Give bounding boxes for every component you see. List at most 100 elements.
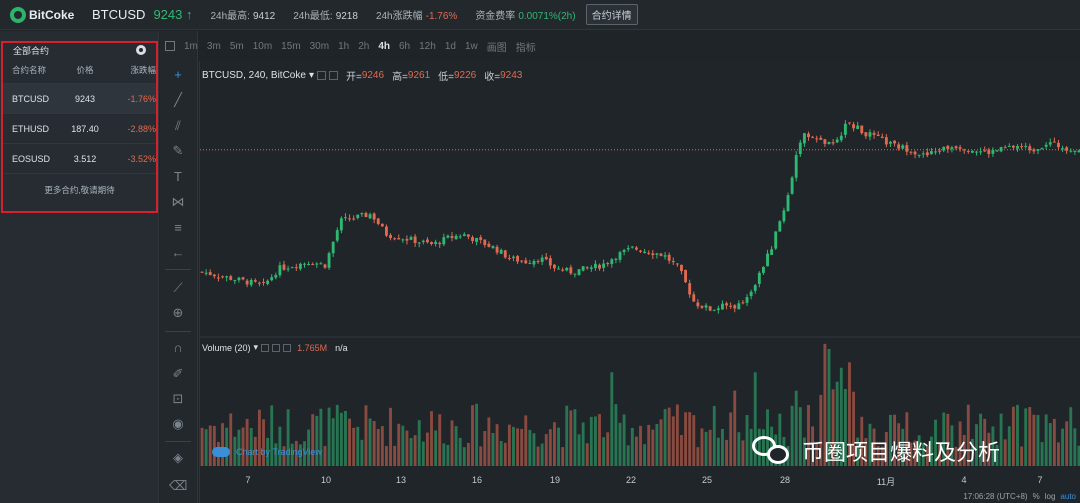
candle-body [372,213,376,220]
candle-body [1057,142,1060,148]
candle-body [221,276,224,278]
contract-row-eosusd[interactable]: EOSUSD 3.512 -3.52% [3,143,156,173]
candle-body [868,132,872,137]
volume-bar [487,417,491,466]
volume-bar [471,405,474,466]
legend-title[interactable]: BTCUSD, 240, BitCoke [202,70,306,81]
contract-detail-button[interactable]: 合约详情 [585,4,638,25]
low-label: 低= [438,72,454,83]
candle-body [245,280,249,285]
candle-body [425,239,429,243]
volume-eye-icon[interactable] [261,343,270,352]
timeframe-1d[interactable]: 1d [445,41,456,52]
bitcoke-logo-icon [10,6,26,23]
percent-toggle[interactable]: % [1033,492,1040,501]
brush-icon[interactable]: ✎ [169,142,187,160]
log-toggle[interactable]: log [1045,492,1056,501]
volume-bar [610,372,614,466]
volume-close-icon[interactable] [283,343,292,352]
eye-icon[interactable]: ◉ [169,415,187,433]
candle-body [327,253,331,268]
lock-icon[interactable]: ⊡ [169,390,187,408]
volume-bar [512,426,515,466]
text-tool-icon[interactable]: T [169,168,187,186]
volume-bar [1048,423,1052,466]
auto-scale-toggle[interactable]: auto [1060,492,1076,501]
arrow-left-icon[interactable]: ← [169,244,187,262]
clock-time: 17:06:28 (UTC+8) [963,492,1028,501]
timeframe-1h[interactable]: 1h [338,41,349,52]
caret-down-icon[interactable]: ▾ [254,342,259,353]
volume-bar [491,433,495,466]
col-name: 合约名称 [12,65,47,75]
timeframe-10m[interactable]: 10m [253,41,272,52]
fib-icon[interactable]: ≡ [169,219,187,237]
candle-body [348,218,351,220]
candle-body [618,252,622,260]
ruler-icon[interactable]: ⟋ [169,279,187,297]
draw-menu[interactable]: 画图 [487,39,507,54]
timeframe-30m[interactable]: 30m [310,41,329,52]
candle-body [446,235,450,238]
lock-drawing-icon[interactable]: ✐ [169,365,187,383]
gear-icon[interactable] [136,45,146,55]
timeframe-15m[interactable]: 15m [281,41,300,52]
timeframe-4h[interactable]: 4h [378,41,390,52]
volume-bar [372,421,376,466]
candle-body [1036,149,1040,151]
candle-body [495,246,499,253]
volume-bar [745,415,749,466]
contract-row-ethusd[interactable]: ETHUSD 187.40 -2.88% [3,113,156,143]
legend-settings-icon[interactable] [316,71,326,80]
indicators-menu[interactable]: 指标 [516,39,536,54]
timeframe-1m[interactable]: 1m [184,41,198,52]
pitchfork-icon[interactable]: ⫽ [169,117,187,135]
crosshair-icon[interactable]: + [169,66,187,84]
symbol-name: BTCUSD [92,7,146,22]
timeframe-6h[interactable]: 6h [399,41,410,52]
candle-body [499,249,503,254]
candle-body [729,305,733,307]
volume-bar [417,420,421,466]
candle-body [647,252,651,254]
timeframe-12h[interactable]: 12h [419,41,436,52]
layers-icon[interactable]: ◈ [169,449,187,467]
candle-body [364,213,368,218]
caret-down-icon[interactable]: ▾ [309,70,314,81]
volume-title[interactable]: Volume (20) [202,343,251,353]
volume-settings-icon[interactable] [272,343,281,352]
pattern-icon[interactable]: ⋈ [169,193,187,211]
candle-body [741,302,745,304]
candle-body [229,276,233,280]
legend-close-icon[interactable] [328,71,338,80]
collapse-sidebar-icon[interactable] [165,41,175,51]
candle-body [548,258,552,266]
contract-price: 9243 [74,93,96,104]
candle-body [786,195,790,212]
volume-bar [602,437,606,466]
timeframe-2h[interactable]: 2h [358,41,369,52]
candle-body [634,247,638,250]
candle-body [253,280,257,282]
timeframe-3m[interactable]: 3m [207,41,221,52]
tradingview-attribution[interactable]: Chart by TradingView [212,447,322,457]
candle-body [995,150,999,152]
candle-body [860,125,864,134]
candle-body [942,146,946,151]
zoom-in-icon[interactable]: ⊕ [169,304,187,322]
candle-body [212,274,216,277]
contract-row-btcusd[interactable]: BTCUSD 9243 -1.76% [3,83,156,113]
candle-body [663,255,667,257]
timeframe-5m[interactable]: 5m [230,41,244,52]
chart-legend: BTCUSD, 240, BitCoke ▾ 开= 9246 高= 9261 低= 9… [202,68,522,83]
candle-body [999,147,1003,152]
magnet-icon[interactable]: ∩ [169,339,187,357]
candle-body [757,272,761,284]
candle-body [598,264,601,269]
trend-line-icon[interactable]: ╱ [169,91,187,109]
candle-body [766,253,769,267]
volume-bar [999,413,1003,466]
brand-logo[interactable]: BitCoke [10,6,76,23]
trash-icon[interactable]: ⌫ [169,477,187,495]
timeframe-1w[interactable]: 1w [465,41,478,52]
